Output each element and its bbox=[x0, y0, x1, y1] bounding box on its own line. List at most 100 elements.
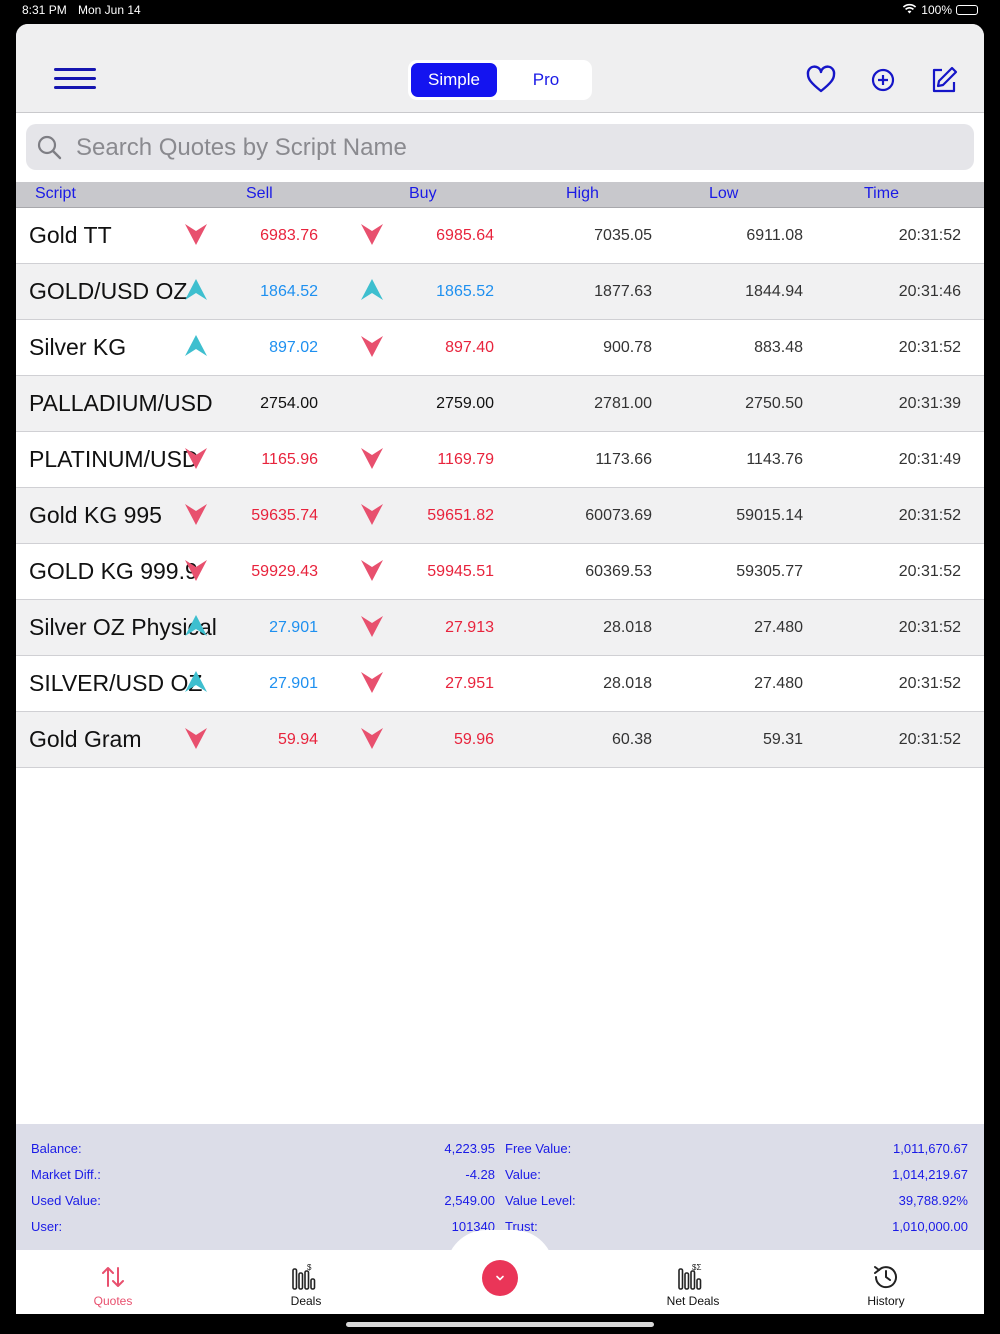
quote-time: 20:31:52 bbox=[898, 619, 961, 636]
tab-net-deals-label: Net Deals bbox=[666, 1294, 720, 1308]
script-name: Gold TT bbox=[29, 222, 112, 248]
quote-time: 20:31:49 bbox=[898, 451, 961, 468]
script-name: Gold Gram bbox=[29, 726, 142, 752]
add-circle-icon[interactable] bbox=[867, 64, 899, 96]
arrow-down-icon bbox=[183, 557, 209, 583]
arrow-down-icon bbox=[359, 221, 385, 247]
script-name: PALLADIUM/USD bbox=[29, 390, 213, 416]
sort-arrows-icon bbox=[102, 1267, 124, 1287]
column-header-script[interactable]: Script bbox=[35, 185, 76, 203]
search-input[interactable] bbox=[74, 128, 958, 168]
arrow-up-icon bbox=[183, 613, 209, 639]
high-price: 1877.63 bbox=[594, 283, 652, 300]
column-header-sell[interactable]: Sell bbox=[246, 185, 273, 203]
sell-price: 897.02 bbox=[269, 339, 318, 356]
table-row[interactable]: Silver KG 897.02 897.40 900.78 883.48 20:31:5… bbox=[16, 320, 984, 376]
favorites-heart-icon[interactable] bbox=[805, 64, 837, 96]
status-bar: 8:31 PM Mon Jun 14 100% bbox=[0, 0, 1000, 22]
quote-time: 20:31:52 bbox=[898, 339, 961, 356]
sell-price: 2754.00 bbox=[260, 395, 318, 412]
tab-quotes[interactable]: Quotes bbox=[63, 1262, 163, 1308]
high-price: 1173.66 bbox=[595, 451, 652, 468]
table-row[interactable]: GOLD KG 999.9 59929.43 59945.51 60369.53 593… bbox=[16, 544, 984, 600]
column-header-buy[interactable]: Buy bbox=[409, 185, 437, 203]
low-price: 1844.94 bbox=[745, 283, 803, 300]
table-row[interactable]: PLATINUM/USD 1165.96 1169.79 1173.66 1143.76… bbox=[16, 432, 984, 488]
user-label: User: bbox=[31, 1219, 63, 1234]
view-mode-segmented-control: Simple Pro bbox=[408, 60, 592, 100]
battery-percent: 100% bbox=[921, 3, 952, 17]
quote-time: 20:31:52 bbox=[898, 227, 961, 244]
chevron-down-icon bbox=[496, 1275, 504, 1281]
edit-icon[interactable] bbox=[928, 64, 960, 96]
buy-price: 59.96 bbox=[453, 731, 494, 748]
table-row[interactable]: Gold KG 995 59635.74 59651.82 60073.69 59015… bbox=[16, 488, 984, 544]
script-name: GOLD/USD OZ bbox=[29, 278, 188, 304]
quote-time: 20:31:52 bbox=[898, 563, 961, 580]
high-price: 900.78 bbox=[603, 339, 652, 356]
top-bar: Simple Pro bbox=[16, 24, 984, 113]
buy-price: 897.40 bbox=[445, 339, 494, 356]
script-name: GOLD KG 999.9 bbox=[29, 558, 198, 584]
svg-text:$: $ bbox=[307, 1263, 312, 1272]
sell-price: 1864.52 bbox=[260, 283, 318, 300]
svg-text:$Σ: $Σ bbox=[692, 1263, 701, 1272]
table-row[interactable]: Silver OZ Physical 27.901 27.913 28.018 27.4… bbox=[16, 600, 984, 656]
arrow-up-icon bbox=[183, 333, 209, 359]
arrow-down-icon bbox=[183, 501, 209, 527]
search-bar bbox=[26, 124, 974, 170]
balance-label: Balance: bbox=[31, 1141, 82, 1156]
sell-price: 27.901 bbox=[269, 619, 318, 636]
history-clock-icon bbox=[874, 1266, 897, 1289]
arrow-down-icon bbox=[359, 669, 385, 695]
tab-quotes-label: Quotes bbox=[93, 1294, 133, 1308]
low-price: 27.480 bbox=[754, 619, 803, 636]
table-row[interactable]: PALLADIUM/USD 2754.00 2759.00 2781.00 2750.5… bbox=[16, 376, 984, 432]
tab-net-deals[interactable]: $Σ Net Deals bbox=[643, 1262, 743, 1308]
table-row[interactable]: Gold Gram 59.94 59.96 60.38 59.31 20:31:52 bbox=[16, 712, 984, 768]
segment-pro[interactable]: Pro bbox=[503, 63, 589, 97]
high-price: 28.018 bbox=[603, 619, 652, 636]
arrow-down-icon bbox=[183, 445, 209, 471]
net-deals-bars-icon: $Σ bbox=[678, 1263, 701, 1290]
script-name: Gold KG 995 bbox=[29, 502, 162, 528]
buy-price: 6985.64 bbox=[436, 227, 494, 244]
table-row[interactable]: Gold TT 6983.76 6985.64 7035.05 6911.08 20:31… bbox=[16, 208, 984, 264]
low-price: 59.31 bbox=[762, 731, 803, 748]
column-header-low[interactable]: Low bbox=[709, 185, 738, 203]
script-name: SILVER/USD OZ bbox=[29, 670, 203, 696]
quote-time: 20:31:52 bbox=[898, 675, 961, 692]
high-price: 60.38 bbox=[611, 731, 652, 748]
arrow-down-icon bbox=[359, 445, 385, 471]
tab-deals-label: Deals bbox=[290, 1294, 322, 1308]
menu-icon[interactable] bbox=[54, 68, 96, 92]
quote-time: 20:31:39 bbox=[898, 395, 961, 412]
high-price: 7035.05 bbox=[594, 227, 652, 244]
arrow-down-icon bbox=[359, 725, 385, 751]
home-indicator bbox=[346, 1322, 654, 1327]
quote-time: 20:31:52 bbox=[898, 731, 961, 748]
search-icon bbox=[37, 135, 62, 160]
column-header-time[interactable]: Time bbox=[864, 185, 899, 203]
sell-price: 59.94 bbox=[277, 731, 318, 748]
value-label: Value: bbox=[505, 1167, 541, 1182]
sell-price: 59929.43 bbox=[251, 563, 318, 580]
quotes-table-header: Script Sell Buy High Low Time bbox=[16, 182, 984, 208]
low-price: 6911.08 bbox=[746, 227, 803, 244]
buy-price: 2759.00 bbox=[436, 395, 494, 412]
sell-price: 27.901 bbox=[269, 675, 318, 692]
trust-value: 1,010,000.00 bbox=[892, 1219, 968, 1234]
arrow-up-icon bbox=[183, 669, 209, 695]
segment-simple[interactable]: Simple bbox=[411, 63, 497, 97]
quote-time: 20:31:46 bbox=[898, 283, 961, 300]
sell-price: 59635.74 bbox=[251, 507, 318, 524]
market-diff-label: Market Diff.: bbox=[31, 1167, 101, 1182]
center-action-button[interactable] bbox=[482, 1260, 518, 1296]
column-header-high[interactable]: High bbox=[566, 185, 599, 203]
table-row[interactable]: SILVER/USD OZ 27.901 27.951 28.018 27.480 20:… bbox=[16, 656, 984, 712]
low-price: 883.48 bbox=[754, 339, 803, 356]
high-price: 60369.53 bbox=[585, 563, 652, 580]
table-row[interactable]: GOLD/USD OZ 1864.52 1865.52 1877.63 1844.94 2… bbox=[16, 264, 984, 320]
tab-history[interactable]: History bbox=[836, 1262, 936, 1308]
tab-deals[interactable]: $ Deals bbox=[256, 1262, 356, 1308]
